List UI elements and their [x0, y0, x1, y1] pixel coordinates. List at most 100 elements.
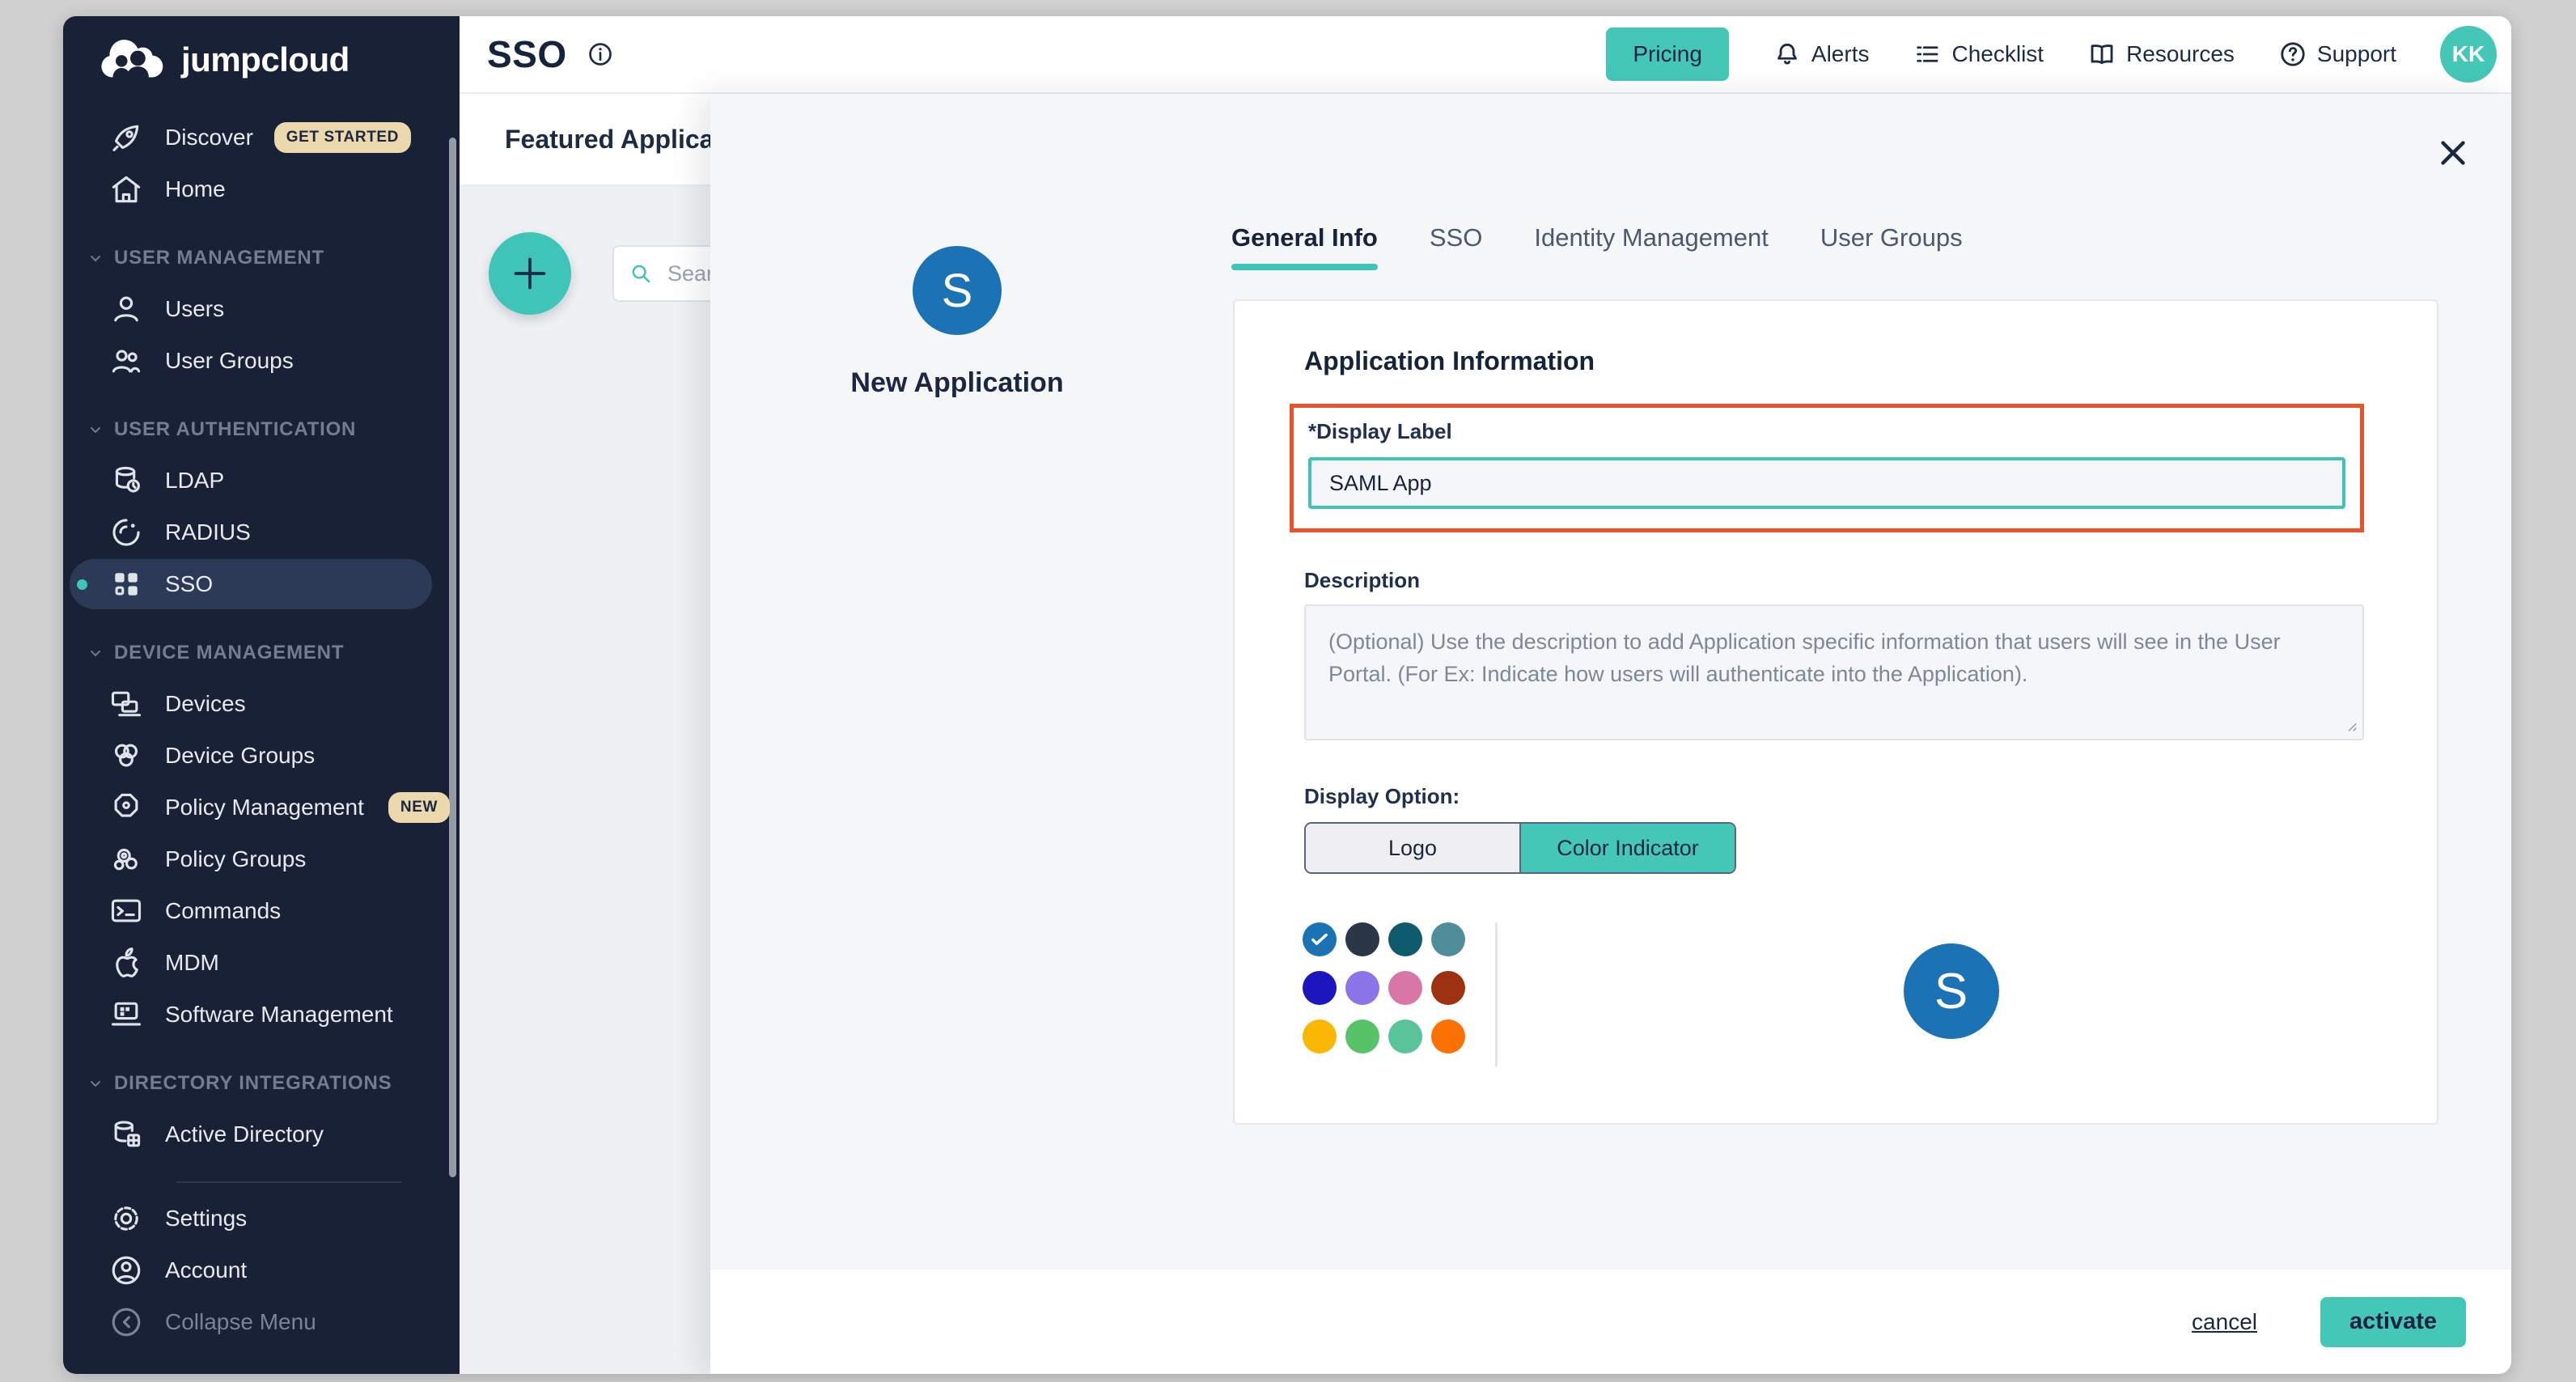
- sidebar-item-label: LDAP: [165, 468, 224, 494]
- sidebar-scrollbar[interactable]: [449, 138, 456, 1177]
- pricing-button[interactable]: Pricing: [1606, 28, 1729, 81]
- add-application-button[interactable]: [489, 232, 571, 315]
- color-indicator-option[interactable]: Color Indicator: [1521, 824, 1735, 872]
- sso-grid-icon: [108, 566, 144, 602]
- sidebar-section-user-management[interactable]: USER MANAGEMENT: [63, 233, 460, 283]
- sidebar-item-sso[interactable]: SSO: [63, 558, 460, 610]
- sidebar-item-account[interactable]: Account: [63, 1244, 460, 1296]
- color-swatch[interactable]: [1388, 971, 1422, 1005]
- sidebar-item-label: Active Directory: [165, 1121, 324, 1147]
- display-label-input[interactable]: [1308, 457, 2345, 509]
- color-swatch[interactable]: [1345, 922, 1379, 956]
- desktop-background: jumpcloud Discover GET STARTED Home USER…: [0, 0, 2576, 1382]
- gear-icon: [108, 1201, 144, 1236]
- color-indicator-preview: S: [1904, 943, 1999, 1039]
- sidebar: jumpcloud Discover GET STARTED Home USER…: [63, 16, 460, 1374]
- tab-user-groups[interactable]: User Groups: [1820, 223, 1963, 270]
- sidebar-item-label: Collapse Menu: [165, 1309, 316, 1335]
- cancel-button[interactable]: cancel: [2187, 1308, 2262, 1336]
- sidebar-item-label: Policy Groups: [165, 846, 306, 872]
- checklist-button[interactable]: Checklist: [1913, 40, 2044, 69]
- user-avatar[interactable]: KK: [2440, 26, 2497, 83]
- application-summary: S New Application: [710, 246, 1204, 399]
- color-swatch[interactable]: [1388, 922, 1422, 956]
- sidebar-item-mdm[interactable]: MDM: [63, 937, 460, 989]
- tab-identity-management[interactable]: Identity Management: [1534, 223, 1769, 270]
- sidebar-item-devices[interactable]: Devices: [63, 678, 460, 730]
- sidebar-item-users[interactable]: Users: [63, 283, 460, 335]
- application-information-card: Application Information *Display Label D…: [1233, 299, 2438, 1125]
- sidebar-item-label: Settings: [165, 1206, 247, 1232]
- color-swatch[interactable]: [1345, 971, 1379, 1005]
- sidebar-nav: Discover GET STARTED Home USER MANAGEMEN…: [63, 104, 460, 1348]
- app-window: jumpcloud Discover GET STARTED Home USER…: [63, 16, 2511, 1374]
- description-textarea[interactable]: [1304, 604, 2364, 740]
- color-swatch[interactable]: [1431, 1020, 1465, 1053]
- sidebar-item-policy-groups[interactable]: Policy Groups: [63, 833, 460, 885]
- new-application-modal: S New Application General Info SSO Ident…: [710, 94, 2511, 1374]
- user-icon: [108, 291, 144, 327]
- chevron-down-icon: [87, 645, 104, 661]
- sidebar-item-policy-management[interactable]: Policy Management NEW: [63, 782, 460, 833]
- sidebar-item-collapse-menu[interactable]: Collapse Menu: [63, 1296, 460, 1348]
- jumpcloud-logo[interactable]: jumpcloud: [63, 16, 460, 104]
- bell-icon: [1773, 40, 1802, 69]
- alerts-button[interactable]: Alerts: [1773, 40, 1870, 69]
- logo-option[interactable]: Logo: [1306, 824, 1521, 872]
- ldap-database-icon: [108, 463, 144, 498]
- support-button[interactable]: Support: [2278, 40, 2396, 69]
- color-swatch[interactable]: [1303, 1020, 1337, 1053]
- sidebar-item-device-groups[interactable]: Device Groups: [63, 730, 460, 782]
- sidebar-section-user-authentication[interactable]: USER AUTHENTICATION: [63, 405, 460, 455]
- commands-terminal-icon: [108, 893, 144, 929]
- sidebar-item-label: RADIUS: [165, 519, 251, 545]
- get-started-badge: GET STARTED: [274, 122, 411, 153]
- activate-button[interactable]: activate: [2320, 1297, 2466, 1347]
- sidebar-item-label: Discover: [165, 125, 253, 150]
- sidebar-item-software-management[interactable]: Software Management: [63, 989, 460, 1041]
- sidebar-item-user-groups[interactable]: User Groups: [63, 335, 460, 387]
- main-area: SSO Pricing Alerts Checklist: [460, 16, 2511, 1374]
- color-swatch[interactable]: [1431, 971, 1465, 1005]
- tab-sso[interactable]: SSO: [1430, 223, 1482, 270]
- color-swatch[interactable]: [1345, 1020, 1379, 1053]
- sidebar-item-label: Devices: [165, 691, 246, 717]
- application-icon: S: [913, 246, 1002, 335]
- application-name: New Application: [710, 367, 1204, 399]
- resources-label: Resources: [2126, 41, 2235, 67]
- close-button[interactable]: [2434, 134, 2472, 173]
- description-label: Description: [1304, 568, 2364, 593]
- sidebar-item-discover[interactable]: Discover GET STARTED: [63, 112, 460, 163]
- sidebar-section-title: DEVICE MANAGEMENT: [114, 642, 344, 664]
- sidebar-item-commands[interactable]: Commands: [63, 885, 460, 937]
- close-icon: [2434, 134, 2472, 172]
- sidebar-section-directory-integrations[interactable]: DIRECTORY INTEGRATIONS: [63, 1058, 460, 1109]
- resources-button[interactable]: Resources: [2087, 40, 2235, 69]
- user-group-icon: [108, 343, 144, 379]
- chevron-down-icon: [87, 250, 104, 266]
- check-icon: [1309, 929, 1330, 950]
- top-actions: Pricing Alerts Checklist Resources: [1606, 26, 2497, 83]
- sidebar-item-active-directory[interactable]: Active Directory: [63, 1109, 460, 1160]
- info-icon[interactable]: [587, 40, 614, 68]
- sidebar-item-radius[interactable]: RADIUS: [63, 507, 460, 558]
- display-label-label: *Display Label: [1308, 419, 2345, 444]
- color-swatch[interactable]: [1303, 971, 1337, 1005]
- sidebar-item-home[interactable]: Home: [63, 163, 460, 215]
- sidebar-section-device-management[interactable]: DEVICE MANAGEMENT: [63, 628, 460, 678]
- card-heading: Application Information: [1304, 346, 2364, 376]
- sidebar-item-label: User Groups: [165, 348, 294, 374]
- chevron-down-icon: [87, 422, 104, 438]
- tab-general-info[interactable]: General Info: [1231, 223, 1378, 270]
- alerts-label: Alerts: [1811, 41, 1870, 67]
- sidebar-item-label: Users: [165, 296, 224, 322]
- color-swatch[interactable]: [1431, 922, 1465, 956]
- color-swatch-selected[interactable]: [1303, 922, 1337, 956]
- chevron-down-icon: [87, 1075, 104, 1092]
- sidebar-item-settings[interactable]: Settings: [63, 1193, 460, 1244]
- checklist-label: Checklist: [1951, 41, 2044, 67]
- sidebar-item-ldap[interactable]: LDAP: [63, 455, 460, 507]
- color-swatch[interactable]: [1388, 1020, 1422, 1053]
- collapse-arrow-icon: [108, 1304, 144, 1340]
- color-swatches: [1303, 922, 1465, 1053]
